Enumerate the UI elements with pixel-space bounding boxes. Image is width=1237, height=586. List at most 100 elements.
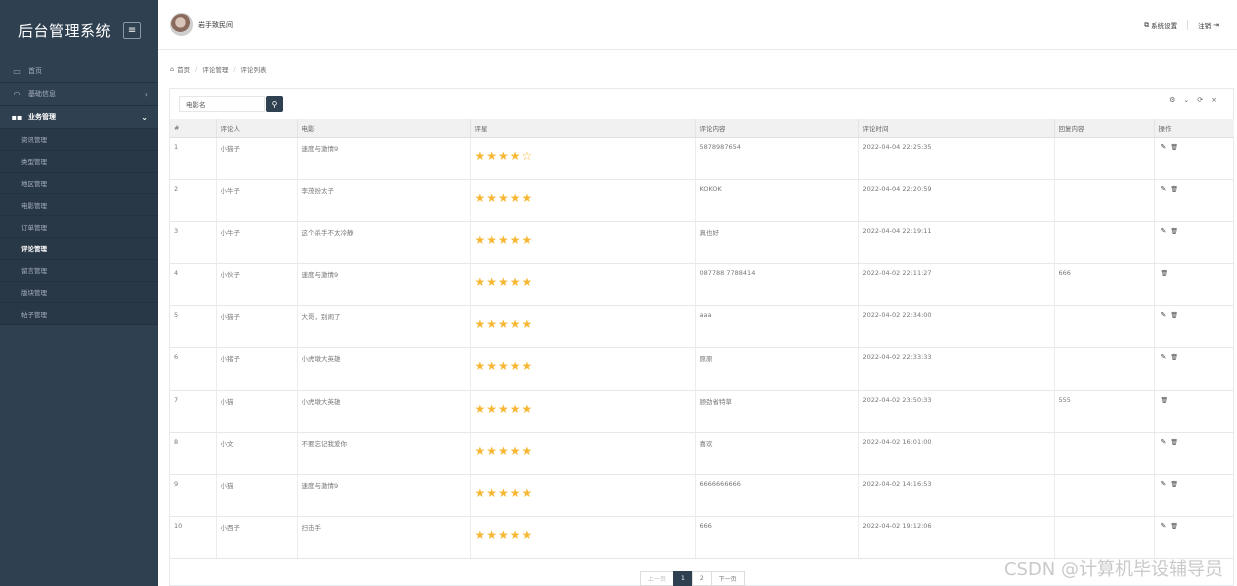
- table-row: 5 小猫子 大哥，别闹了 ★★★★★ aaa 2022-04-02 22:34:00 ✎ 🗑: [170, 305, 1234, 349]
- table-row: 3 小牛子 这个杀手不太冷静 ★★★★★ 真也好 2022-04-04 22:19:11 ✎…: [170, 221, 1234, 265]
- delete-icon[interactable]: 🗑: [1170, 312, 1178, 319]
- divider: [1187, 20, 1189, 30]
- sidebar-item-label: 帖子管理: [21, 310, 47, 319]
- breadcrumb-separator: /: [195, 65, 198, 73]
- avatar[interactable]: [170, 13, 193, 36]
- edit-icon[interactable]: ✎: [1161, 227, 1167, 235]
- sidebar-item-news[interactable]: 资讯管理: [0, 129, 158, 151]
- edit-icon[interactable]: ✎: [1161, 480, 1167, 488]
- cell-user: 小猪子: [216, 347, 298, 391]
- sidebar-item-comments[interactable]: 评论管理: [0, 238, 158, 260]
- logout-button[interactable]: 注销: [1198, 20, 1211, 30]
- sidebar-submenu: 资讯管理 类型管理 地区管理 电影管理 订单管理 评论管理 留言管理 版块管理 …: [0, 129, 158, 326]
- cell-reply: [1054, 347, 1155, 391]
- chevron-down-icon[interactable]: ⌄: [1183, 96, 1189, 104]
- gear-icon[interactable]: ⚙: [1169, 96, 1175, 104]
- search-button[interactable]: ⚲: [266, 96, 283, 112]
- page-1-button[interactable]: 1: [673, 571, 693, 586]
- cell-num: 5: [170, 305, 217, 349]
- delete-icon[interactable]: 🗑: [1170, 354, 1178, 361]
- rating-stars: ★★★★★: [474, 317, 534, 332]
- column-header: 回复内容: [1054, 119, 1155, 138]
- rating-stars: ★★★★★: [474, 232, 534, 247]
- delete-icon[interactable]: 🗑: [1170, 523, 1178, 530]
- rating-stars: ★★★★☆: [474, 148, 534, 163]
- cell-user: 小猫: [216, 474, 298, 518]
- cell-actions: ✎ 🗑: [1154, 221, 1234, 265]
- watermark: CSDN @计算机毕设辅导员: [1003, 559, 1223, 580]
- sidebar-item-orders[interactable]: 订单管理: [0, 216, 158, 238]
- breadcrumb-parent[interactable]: 评论管理: [202, 64, 228, 74]
- cell-movie: 这个杀手不太冷静: [297, 221, 471, 265]
- delete-icon[interactable]: 🗑: [1170, 186, 1178, 193]
- cell-content: 5878987654: [695, 137, 859, 180]
- delete-icon[interactable]: 🗑: [1161, 270, 1169, 277]
- cell-movie: 小虎墩大英雄: [297, 390, 471, 433]
- next-page-button[interactable]: 下一页: [710, 571, 745, 586]
- cell-time: 2022-04-02 22:33:33: [858, 347, 1055, 391]
- search-input[interactable]: [179, 96, 265, 112]
- cell-user: 小猫子: [216, 137, 298, 180]
- edit-icon[interactable]: ✎: [1161, 143, 1167, 151]
- logout-icon[interactable]: ⇥: [1213, 21, 1219, 29]
- rating-cell: ★★★★★: [470, 390, 696, 433]
- edit-icon[interactable]: ✎: [1161, 185, 1167, 193]
- app-title: 后台管理系统: [18, 21, 112, 40]
- settings-button[interactable]: 系统设置: [1151, 20, 1177, 30]
- rating-cell: ★★★★☆: [470, 137, 696, 180]
- edit-icon[interactable]: ✎: [1161, 438, 1167, 446]
- sidebar-item-label: 地区管理: [21, 179, 47, 188]
- delete-icon[interactable]: 🗑: [1170, 481, 1178, 488]
- breadcrumb-home[interactable]: 首页: [177, 64, 190, 74]
- table-row: 8 小文 不要忘记我爱你 ★★★★★ 喜欢 2022-04-02 16:01:00 ✎ 🗑: [170, 432, 1234, 476]
- cell-time: 2022-04-02 22:34:00: [858, 305, 1055, 349]
- edit-icon[interactable]: ✎: [1161, 522, 1167, 530]
- cell-num: 6: [170, 347, 217, 391]
- breadcrumb-separator: /: [233, 65, 236, 73]
- table-row: 1 小猫子 速度与激情9 ★★★★☆ 5878987654 2022-04-04 22:2…: [170, 137, 1234, 180]
- cell-content: KOKOK: [695, 179, 859, 222]
- rating-cell: ★★★★★: [470, 263, 696, 307]
- prev-page-button[interactable]: 上一页: [640, 571, 675, 586]
- sidebar-item-movies[interactable]: 电影管理: [0, 194, 158, 217]
- edit-icon[interactable]: ✎: [1161, 311, 1167, 319]
- table-row: 4 小伙子 速度与激情9 ★★★★★ 087788 7788414 2022-04-02 …: [170, 263, 1234, 307]
- cell-movie: 速度与激情9: [297, 474, 471, 518]
- sidebar-item-regions[interactable]: 地区管理: [0, 173, 158, 195]
- topbar-actions: ⧉ 系统设置 注销 ⇥: [1144, 20, 1221, 30]
- sidebar-item-messages[interactable]: 留言管理: [0, 260, 158, 282]
- delete-icon[interactable]: 🗑: [1170, 439, 1178, 446]
- sidebar-item-posts[interactable]: 帖子管理: [0, 303, 158, 326]
- sidebar-item-label: 评论管理: [21, 245, 47, 254]
- search-icon: ⚲: [271, 99, 278, 109]
- cell-time: 2022-04-04 22:19:11: [858, 221, 1055, 265]
- sidebar-item-label: 资讯管理: [21, 136, 47, 145]
- column-header: 操作: [1154, 119, 1234, 138]
- sidebar-item-types[interactable]: 类型管理: [0, 151, 158, 173]
- sidebar-item-home[interactable]: ▭ 首页: [0, 60, 158, 83]
- delete-icon[interactable]: 🗑: [1170, 228, 1178, 235]
- delete-icon[interactable]: 🗑: [1161, 397, 1169, 404]
- menu-icon[interactable]: ≡: [123, 21, 142, 39]
- rating-stars: ★★★★★: [474, 528, 534, 543]
- rating-cell: ★★★★★: [470, 474, 696, 518]
- sidebar-item-basic-info[interactable]: ◠ 基础信息 ›: [0, 83, 158, 106]
- refresh-icon[interactable]: ⟳: [1197, 96, 1203, 104]
- cell-num: 4: [170, 263, 217, 307]
- sidebar-item-business[interactable]: ▪▪ 业务管理 ⌄: [0, 106, 158, 129]
- table-row: 9 小猫 速度与激情9 ★★★★★ 6666666666 2022-04-02 14:16…: [170, 474, 1234, 518]
- monitor-icon: ▭: [13, 66, 21, 76]
- cell-content: aaa: [695, 305, 859, 349]
- cell-time: 2022-04-04 22:25:35: [858, 137, 1055, 180]
- cell-movie: 李茂扮太子: [297, 179, 471, 222]
- cell-user: 小伙子: [216, 263, 298, 307]
- cell-time: 2022-04-02 14:16:53: [858, 474, 1055, 518]
- delete-icon[interactable]: 🗑: [1170, 144, 1178, 151]
- page-2-button[interactable]: 2: [691, 571, 712, 586]
- close-icon[interactable]: ×: [1211, 96, 1217, 104]
- grid-icon: ▪▪: [11, 112, 23, 122]
- sidebar-item-boards[interactable]: 版块管理: [0, 282, 158, 304]
- column-header: 评论时间: [858, 119, 1055, 138]
- sidebar-header: 后台管理系统 ≡: [0, 0, 158, 60]
- edit-icon[interactable]: ✎: [1161, 353, 1167, 361]
